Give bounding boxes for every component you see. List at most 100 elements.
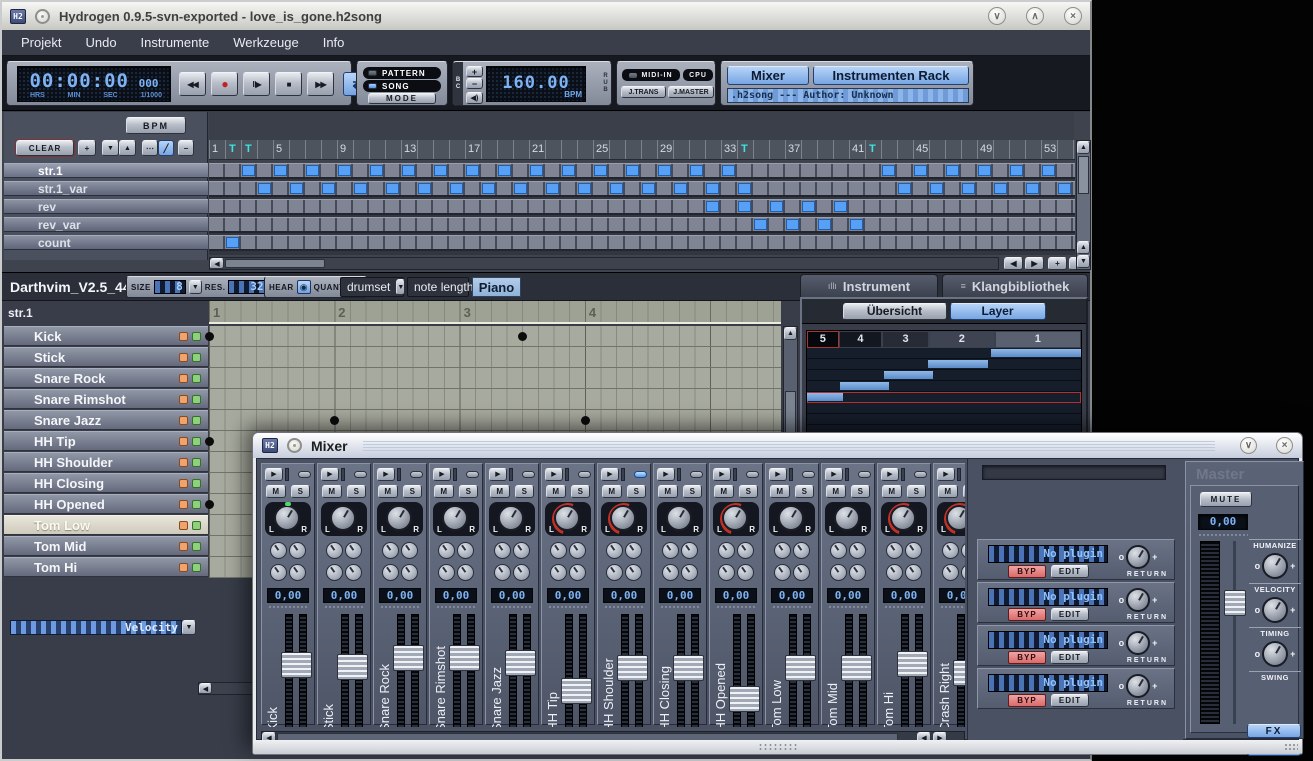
velocity-dropdown-button[interactable]: ▼ [182,620,196,635]
channel-mute-button[interactable]: M [434,485,454,498]
song-cell[interactable] [578,183,591,194]
channel-volume-fader[interactable] [729,686,760,712]
pan-knob[interactable] [384,503,416,535]
fx-send-knob[interactable] [382,564,399,581]
master-mute-button[interactable]: MUTE [1200,492,1252,507]
channel-volume-fader[interactable] [561,678,592,704]
song-cell[interactable] [690,165,703,176]
song-cell[interactable] [290,183,303,194]
pattern-row-rev-var[interactable]: rev_var [4,217,208,232]
instrument-mute-toggle[interactable] [179,374,188,383]
channel-solo-button[interactable]: S [571,485,591,498]
maximize-button[interactable]: ∧ [1026,7,1044,25]
song-cell[interactable] [914,165,927,176]
fx-send-knob[interactable] [849,542,866,559]
song-grid-row[interactable] [209,235,1075,251]
pattern-scroll-left-button[interactable]: ◀ [199,683,212,694]
channel-mute-button[interactable]: M [602,485,622,498]
channel-solo-button[interactable]: S [739,485,759,498]
fx-send-knob[interactable] [289,564,306,581]
song-cell[interactable] [706,201,719,212]
note-dot[interactable] [205,500,214,509]
fx-bypass-button[interactable]: BYP [1008,608,1046,621]
fx-send-knob[interactable] [625,542,642,559]
pan-knob[interactable] [944,503,965,535]
fx-return-knob[interactable] [1126,588,1150,612]
song-cell[interactable] [898,183,911,194]
song-cell[interactable] [818,219,831,230]
channel-mute-button[interactable]: M [714,485,734,498]
instrument-solo-toggle[interactable] [192,563,201,572]
fx-plugin-display[interactable]: No plugin [988,631,1108,649]
delete-mode-button[interactable]: − [178,140,194,156]
instrument-row-hh-tip[interactable]: HH Tip [4,431,208,451]
channel-volume-fader[interactable] [505,650,536,676]
close-button[interactable]: × [1064,7,1082,25]
pattern-beat-ruler[interactable]: 1234 [209,301,781,324]
layer-row[interactable] [807,403,1081,414]
fx-send-knob[interactable] [382,542,399,559]
song-cell[interactable] [242,165,255,176]
fx-bypass-button[interactable]: BYP [1008,651,1046,664]
song-cell[interactable] [530,165,543,176]
instrument-mute-toggle[interactable] [179,416,188,425]
fx-return-knob[interactable] [1126,674,1150,698]
piano-button[interactable]: Piano [472,277,521,297]
instrument-row-kick[interactable]: Kick [4,326,208,346]
fx-send-knob[interactable] [681,542,698,559]
instrument-row-tom-low[interactable]: Tom Low [4,515,208,535]
channel-mute-button[interactable]: M [322,485,342,498]
mixer-minimize-button[interactable]: ∨ [1240,437,1257,454]
fx-return-knob[interactable] [1126,545,1150,569]
note-dot[interactable] [205,437,214,446]
song-cell[interactable] [498,165,511,176]
song-cell[interactable] [978,165,991,176]
song-cell[interactable] [1010,165,1023,176]
fx-send-knob[interactable] [513,542,530,559]
metronome-button[interactable]: ◀) [466,92,483,104]
instrument-solo-toggle[interactable] [192,458,201,467]
instrument-solo-toggle[interactable] [192,437,201,446]
fx-send-knob[interactable] [737,564,754,581]
instrument-rack-toggle-button[interactable]: Instrumenten Rack [813,66,969,85]
instrument-mute-toggle[interactable] [179,563,188,572]
song-cell[interactable] [850,219,863,230]
tab-overview[interactable]: Übersicht [843,303,947,320]
fx-edit-button[interactable]: EDIT [1051,651,1089,664]
fx-edit-button[interactable]: EDIT [1051,608,1089,621]
layer-header-2[interactable]: 2 [929,331,995,348]
channel-mute-button[interactable]: M [938,485,958,498]
song-zoom-in-button[interactable]: + [1048,257,1067,270]
play-button[interactable]: ‖▶ [243,72,270,96]
tempo-marker[interactable]: T [245,143,252,155]
draw-mode-button[interactable]: ╱ [158,140,174,156]
channel-volume-fader[interactable] [281,652,312,678]
pan-knob[interactable] [552,503,584,535]
minimize-button[interactable]: ∨ [988,7,1006,25]
channel-solo-button[interactable]: S [627,485,647,498]
fx-send-knob[interactable] [886,542,903,559]
channel-play-button[interactable]: ▶ [937,468,955,481]
song-cell[interactable] [418,183,431,194]
instrument-mute-toggle[interactable] [179,521,188,530]
instrument-row-hh-opened[interactable]: HH Opened [4,494,208,514]
instrument-mute-toggle[interactable] [179,437,188,446]
pattern-row-str-1[interactable]: str.1 [4,163,208,178]
song-cell[interactable] [882,165,895,176]
channel-solo-button[interactable]: S [683,485,703,498]
fx-send-knob[interactable] [625,564,642,581]
master-swing-knob[interactable] [1262,641,1288,667]
channel-solo-button[interactable]: S [459,485,479,498]
song-cell[interactable] [738,183,751,194]
fx-send-knob[interactable] [606,564,623,581]
fx-send-knob[interactable] [905,542,922,559]
instrument-mute-toggle[interactable] [179,458,188,467]
scroll-left-button[interactable]: ◀ [210,258,224,269]
song-cell[interactable] [754,219,767,230]
layer-row[interactable] [807,370,1081,381]
note-dot[interactable] [330,416,339,425]
song-cell[interactable] [946,165,959,176]
channel-solo-button[interactable]: S [515,485,535,498]
song-cell[interactable] [642,183,655,194]
song-cell[interactable] [738,201,751,212]
